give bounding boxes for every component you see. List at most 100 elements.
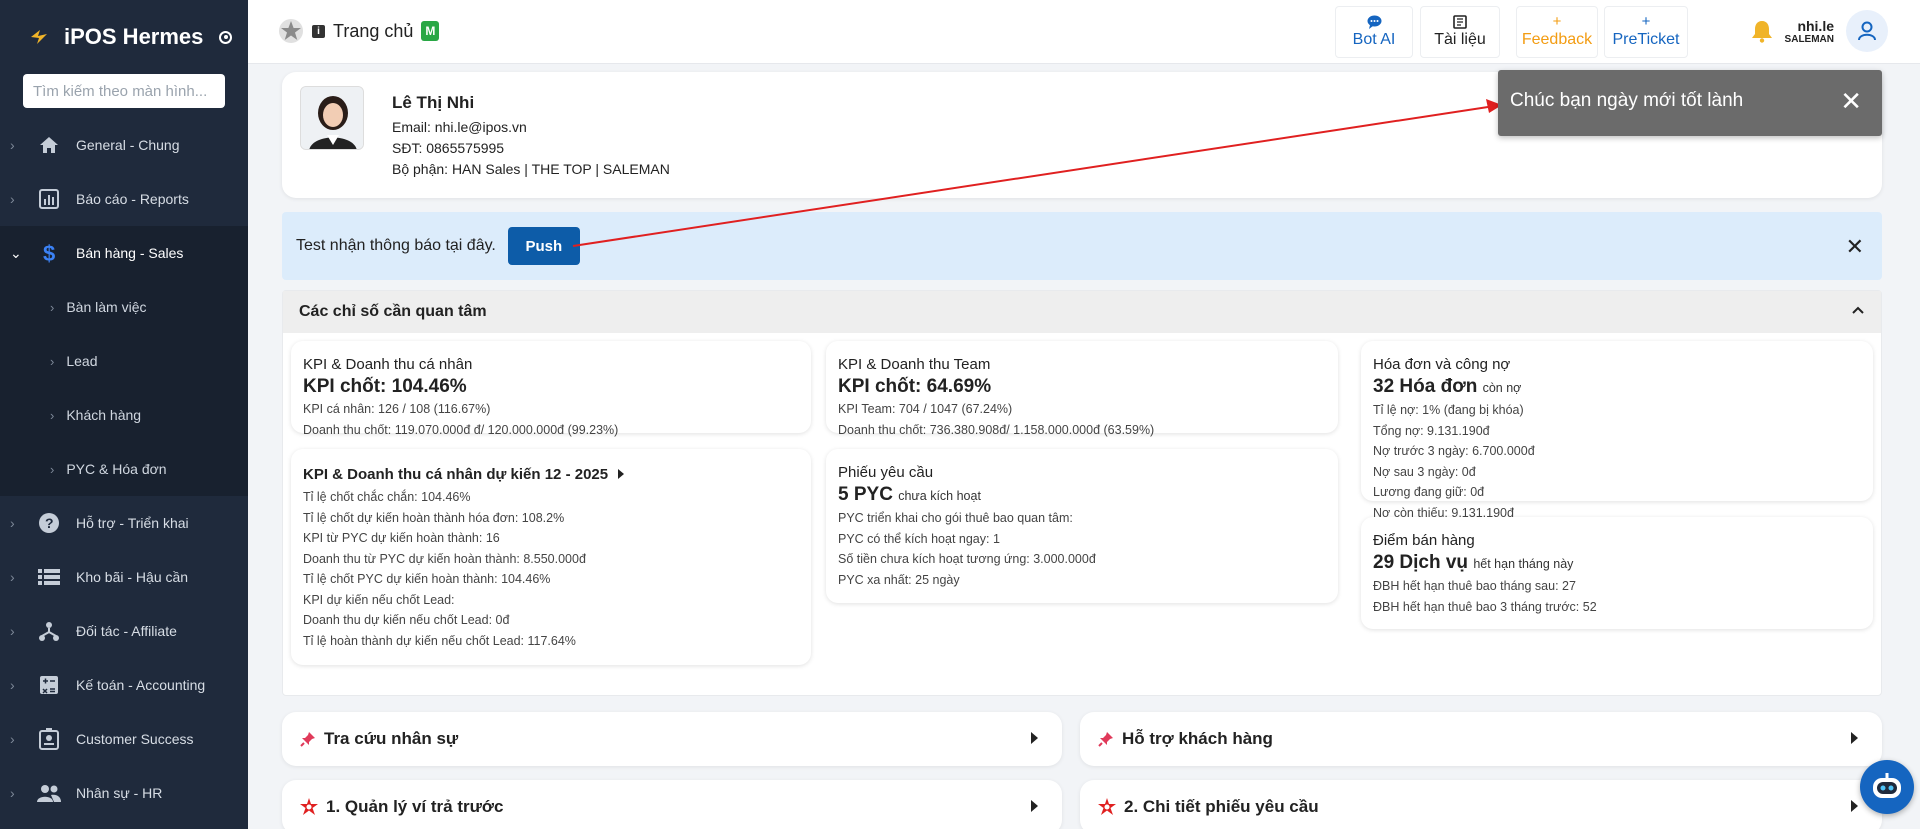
link-label: Hỗ trợ khách hàng bbox=[1122, 729, 1273, 748]
requests-title: Phiếu yêu cầu bbox=[838, 464, 934, 481]
chevron-right-icon: › bbox=[10, 731, 15, 747]
invoice-line: Lương đang giữ: 0đ bbox=[1373, 485, 1485, 499]
preticket-button[interactable]: + PreTicket bbox=[1604, 6, 1688, 58]
sidebar-item-label: Bán hàng - Sales bbox=[76, 245, 184, 261]
sales-points-value: 29 Dịch vụ bbox=[1373, 552, 1469, 573]
kpi-personal-line: Doanh thu chốt: 119.070.000đ đ/ 120.000.… bbox=[303, 422, 619, 437]
kpi-forecast-line: Tỉ lệ hoàn thành dự kiến nếu chốt Lead: … bbox=[303, 633, 576, 648]
user-icon bbox=[1858, 21, 1876, 41]
chevron-right-icon: › bbox=[10, 191, 15, 207]
link-request-details[interactable]: 2. Chi tiết phiếu yêu cầu bbox=[1080, 780, 1882, 829]
invoice-line: Tổng nợ: 9.131.190đ bbox=[1373, 423, 1490, 438]
sidebar-item-warehouse[interactable]: › Kho bãi - Hậu cần bbox=[0, 550, 248, 604]
sidebar-item-sales[interactable]: ⌄ $ Bán hàng - Sales bbox=[0, 226, 248, 280]
kpi-team-value: KPI chốt: 64.69% bbox=[838, 376, 992, 397]
sales-points-line: ĐBH hết hạn thuê bao tháng sau: 27 bbox=[1373, 579, 1576, 593]
link-label: Tra cứu nhân sự bbox=[324, 729, 459, 748]
kpi-forecast-line: Tỉ lệ chốt PYC dự kiến hoàn thành: 104.4… bbox=[303, 572, 551, 586]
sales-submenu: › Bàn làm việc › Lead › Khách hàng › PYC & H… bbox=[0, 280, 248, 496]
robot-icon bbox=[1873, 773, 1901, 798]
requests-line: PYC triển khai cho gói thuê bao quan tâm… bbox=[838, 511, 1073, 525]
kpi-forecast-line: Tỉ lệ chốt chắc chắn: 104.46% bbox=[303, 490, 471, 504]
search-box bbox=[23, 74, 225, 108]
kpi-personal-line: KPI cá nhân: 126 / 108 (116.67%) bbox=[303, 402, 491, 416]
sidebar: iPOS Hermes › General - Chung › Báo cáo … bbox=[0, 0, 248, 829]
kpi-section-header[interactable]: Các chỉ số cần quan tâm bbox=[283, 291, 1881, 333]
user-role: SALEMAN bbox=[1784, 33, 1834, 45]
sidebar-subitem-workspace[interactable]: › Bàn làm việc bbox=[0, 280, 248, 334]
badge-icon bbox=[36, 726, 62, 752]
kpi-personal-card: KPI & Doanh thu cá nhân KPI chốt: 104.46… bbox=[291, 341, 811, 437]
chevron-right-icon: › bbox=[10, 623, 15, 639]
chevron-right-icon: › bbox=[50, 461, 55, 477]
link-customer-support[interactable]: Hỗ trợ khách hàng bbox=[1080, 712, 1882, 766]
sales-points-line: ĐBH hết hạn thuê bao 3 tháng trước: 52 bbox=[1373, 599, 1597, 614]
feedback-button[interactable]: + Feedback bbox=[1516, 6, 1598, 58]
kpi-team-card: KPI & Doanh thu Team KPI chốt: 64.69% KP… bbox=[826, 341, 1338, 437]
requests-value: 5 PYC bbox=[838, 484, 893, 505]
sidebar-subitem-label: Bàn làm việc bbox=[66, 299, 147, 315]
topbar: i Trang chủ M Bot AI Tài liệu + Feedback… bbox=[248, 0, 1920, 64]
close-icon[interactable]: ✕ bbox=[1840, 88, 1862, 114]
invoice-debt-card: Hóa đơn và công nợ 32 Hóa đơn còn nợ Tỉ … bbox=[1361, 341, 1873, 520]
user-name: nhi.le bbox=[1797, 17, 1834, 34]
invoice-line: Tỉ lệ nợ: 1% (đang bị khóa) bbox=[1373, 403, 1524, 417]
bot-ai-button[interactable]: Bot AI bbox=[1335, 6, 1413, 58]
sidebar-item-reports[interactable]: › Báo cáo - Reports bbox=[0, 172, 248, 226]
sidebar-item-label: Báo cáo - Reports bbox=[76, 191, 189, 207]
avatar[interactable] bbox=[1846, 10, 1888, 52]
kpi-forecast-line: Doanh thu dự kiến nếu chốt Lead: 0đ bbox=[303, 613, 510, 627]
link-prepaid-wallet[interactable]: 1. Quản lý ví trả trước bbox=[282, 780, 1062, 829]
sidebar-subitem-lead[interactable]: › Lead bbox=[0, 334, 248, 388]
chevron-right-icon: › bbox=[10, 137, 15, 153]
sidebar-item-customer-success[interactable]: › Customer Success bbox=[0, 712, 248, 766]
docs-button[interactable]: Tài liệu bbox=[1420, 6, 1500, 58]
sales-points-title: Điểm bán hàng bbox=[1373, 532, 1475, 549]
profile-name: Lê Thị Nhi bbox=[392, 93, 475, 112]
chevron-right-icon: › bbox=[10, 677, 15, 693]
invoice-value: 32 Hóa đơn bbox=[1373, 376, 1478, 397]
chevron-right-icon: › bbox=[10, 569, 15, 585]
sidebar-item-general[interactable]: › General - Chung bbox=[0, 118, 248, 172]
brand[interactable]: iPOS Hermes bbox=[0, 0, 248, 74]
search-input[interactable] bbox=[33, 82, 215, 100]
caret-right-icon bbox=[1851, 800, 1858, 812]
sidebar-subitem-customers[interactable]: › Khách hàng bbox=[0, 388, 248, 442]
profile-department: Bộ phận: HAN Sales | THE TOP | SALEMAN bbox=[392, 161, 670, 177]
toast-notification: Chúc bạn ngày mới tốt lành ✕ bbox=[1498, 70, 1882, 136]
sidebar-item-accounting[interactable]: › Kế toán - Accounting bbox=[0, 658, 248, 712]
requests-line: PYC xa nhất: 25 ngày bbox=[838, 572, 960, 587]
list-icon bbox=[36, 564, 62, 590]
sidebar-subitem-label: Lead bbox=[66, 353, 98, 369]
user-menu[interactable]: nhi.le SALEMAN bbox=[1751, 10, 1888, 52]
sales-points-card: Điểm bán hàng 29 Dịch vụ hết hạn tháng n… bbox=[1361, 517, 1873, 629]
close-icon[interactable]: ✕ bbox=[1846, 234, 1864, 260]
link-staff-lookup[interactable]: Tra cứu nhân sự bbox=[282, 712, 1062, 766]
kpi-forecast-line: Tỉ lệ chốt dự kiến hoàn thành hóa đơn: 1… bbox=[303, 510, 565, 525]
push-button[interactable]: Push bbox=[507, 227, 580, 265]
requests-card: Phiếu yêu cầu 5 PYC chưa kích hoạt PYC t… bbox=[826, 449, 1338, 603]
kpi-section-title: Các chỉ số cần quan tâm bbox=[299, 303, 487, 320]
kpi-forecast-title: KPI & Doanh thu cá nhân dự kiến 12 - 202… bbox=[303, 466, 609, 483]
sidebar-item-hr[interactable]: › Nhân sự - HR bbox=[0, 766, 248, 820]
kpi-forecast-line: KPI từ PYC dự kiến hoàn thành: 16 bbox=[303, 531, 500, 545]
link-label: 2. Chi tiết phiếu yêu cầu bbox=[1124, 797, 1319, 816]
sidebar-item-label: Hỗ trợ - Triển khai bbox=[76, 515, 189, 531]
chevron-up-icon[interactable] bbox=[1851, 303, 1865, 317]
kpi-forecast-header[interactable]: KPI & Doanh thu cá nhân dự kiến 12 - 202… bbox=[303, 465, 799, 485]
settings-dot-icon[interactable] bbox=[219, 30, 233, 44]
sidebar-item-affiliate[interactable]: › Đối tác - Affiliate bbox=[0, 604, 248, 658]
profile-photo bbox=[300, 86, 364, 150]
bell-icon[interactable] bbox=[1751, 19, 1773, 43]
home-icon bbox=[36, 132, 62, 158]
sidebar-item-support[interactable]: › ? Hỗ trợ - Triển khai bbox=[0, 496, 248, 550]
sidebar-subitem-pyc-invoices[interactable]: › PYC & Hóa đơn bbox=[0, 442, 248, 496]
notice-text: Test nhận thông báo tại đây. bbox=[296, 237, 496, 254]
sidebar-item-label: Customer Success bbox=[76, 731, 194, 747]
chatbot-button[interactable] bbox=[1860, 760, 1914, 814]
link-label: 1. Quản lý ví trả trước bbox=[326, 797, 504, 816]
kpi-forecast-line: Doanh thu từ PYC dự kiến hoàn thành: 8.5… bbox=[303, 551, 586, 566]
caret-right-icon bbox=[1851, 732, 1858, 744]
breadcrumb-home[interactable]: Trang chủ bbox=[333, 21, 413, 42]
invoice-suffix: còn nợ bbox=[1482, 381, 1522, 395]
